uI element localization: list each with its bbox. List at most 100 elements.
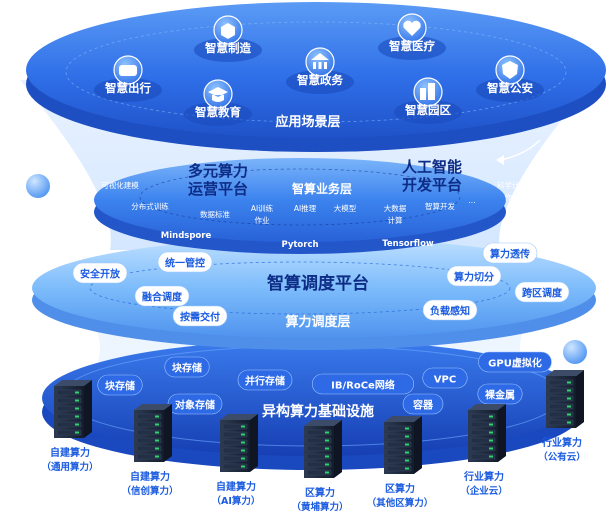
decor-ball bbox=[26, 174, 50, 198]
scheduling-pill-label: 负载感知 bbox=[430, 305, 470, 318]
scheduling-pill: 算力切分 bbox=[446, 265, 502, 287]
server-side bbox=[414, 416, 422, 474]
app-bubble-label: 智慧制造 bbox=[205, 41, 251, 55]
server-led bbox=[75, 415, 79, 418]
server-led bbox=[325, 439, 329, 442]
server-label-line1: 自建算力 bbox=[50, 446, 90, 459]
server-label-line1: 自建算力 bbox=[130, 470, 170, 483]
scheduling-platform-title: 智算调度平台 bbox=[267, 273, 369, 294]
server-led bbox=[405, 459, 409, 462]
infra-pill-label: IB/RoCe网络 bbox=[331, 379, 395, 392]
infra-pill: 块存储 bbox=[164, 356, 210, 378]
business-left-title-1: 多元算力 bbox=[188, 162, 248, 180]
scheduling-pill-label: 安全开放 bbox=[80, 268, 121, 281]
infra-pill-label: 块存储 bbox=[172, 362, 202, 375]
decor-ball bbox=[563, 340, 587, 364]
scheduling-pill-label: 统一管控 bbox=[165, 257, 205, 270]
server-led bbox=[241, 465, 245, 468]
business-item: 大模型 bbox=[334, 203, 357, 213]
scheduling-layer: 智算调度平台 算力调度层 统一管控安全开放融合调度按需交付 算力透传算力切分跨区调… bbox=[32, 238, 596, 350]
server-led bbox=[155, 415, 159, 418]
app-bubble-label: 智慧医疗 bbox=[389, 39, 435, 53]
architecture-diagram: 异构算力基础设施 块存储块存储 并行存储对象存储IB/RoCe网络VPCGPU虚拟… bbox=[20, 2, 606, 513]
server-led bbox=[241, 425, 245, 428]
server-led bbox=[405, 451, 409, 454]
app-layer: 应用场景层 智慧制造 智慧医疗智慧出行 智慧政务智慧公安智慧教育 智慧园区 bbox=[26, 2, 606, 152]
server-label-line1: 区算力 bbox=[305, 486, 335, 499]
business-item: AI训练 bbox=[251, 203, 274, 213]
business-item: 大数据 bbox=[384, 203, 407, 213]
infra-pill-label: 裸金属 bbox=[485, 389, 515, 402]
server-led bbox=[489, 455, 493, 458]
infra-layer-label: 异构算力基础设施 bbox=[262, 403, 374, 420]
server-side bbox=[576, 370, 584, 428]
server-led bbox=[489, 431, 493, 434]
infra-pill-label: GPU虚拟化 bbox=[488, 357, 542, 370]
server-led bbox=[325, 463, 329, 466]
business-item: 分布式训练 bbox=[131, 201, 169, 211]
server-led bbox=[325, 447, 329, 450]
scheduling-pill-label: 按需交付 bbox=[180, 311, 220, 324]
server-led bbox=[241, 449, 245, 452]
server-label-line2: （通用算力） bbox=[41, 461, 98, 473]
server-led bbox=[567, 413, 571, 416]
server-led bbox=[405, 427, 409, 430]
server-led bbox=[567, 389, 571, 392]
scheduling-pill: 融合调度 bbox=[134, 285, 190, 307]
scheduling-pill: 跨区调度 bbox=[514, 281, 570, 303]
car-icon bbox=[119, 65, 137, 76]
server-label-line2: （黄埔算力） bbox=[291, 501, 348, 513]
server-label-line2: （AI算力） bbox=[212, 495, 261, 507]
app-bubble-label: 智慧公安 bbox=[487, 81, 533, 95]
app-layer-label: 应用场景层 bbox=[275, 114, 340, 130]
framework-label: Pytorch bbox=[281, 240, 318, 250]
business-item: 科学计算 bbox=[497, 180, 527, 190]
server-led bbox=[155, 447, 159, 450]
infra-pill: 对象存储 bbox=[167, 393, 223, 415]
scheduling-pill: 统一管控 bbox=[157, 251, 213, 273]
business-item: ... bbox=[468, 196, 475, 205]
framework-label: Tensorflow bbox=[382, 239, 434, 249]
infra-pill: 并行存储 bbox=[237, 369, 293, 391]
server-led bbox=[75, 407, 79, 410]
server-led bbox=[155, 439, 159, 442]
server-led bbox=[567, 381, 571, 384]
framework-label: Mindspore bbox=[161, 231, 212, 241]
server-led bbox=[325, 455, 329, 458]
server-led bbox=[405, 435, 409, 438]
scheduling-layer-label: 算力调度层 bbox=[285, 314, 350, 330]
app-bubble-label: 智慧出行 bbox=[105, 81, 151, 95]
server-led bbox=[405, 443, 409, 446]
infra-pill-label: 并行存储 bbox=[245, 375, 285, 388]
server-led bbox=[405, 467, 409, 470]
infra-pill: 裸金属 bbox=[477, 383, 523, 405]
server-label-line2: （企业云） bbox=[460, 485, 508, 497]
infra-pill-label: 对象存储 bbox=[175, 399, 215, 412]
server-label-line1: 行业算力 bbox=[541, 436, 582, 449]
server-led bbox=[155, 455, 159, 458]
scheduling-pill: 负载感知 bbox=[422, 299, 478, 321]
server-led bbox=[567, 397, 571, 400]
infra-pill: GPU虚拟化 bbox=[478, 351, 552, 373]
server-led bbox=[325, 471, 329, 474]
server-led bbox=[489, 423, 493, 426]
infra-pill: IB/RoCe网络 bbox=[311, 373, 415, 395]
scheduling-pill-label: 算力透传 bbox=[489, 248, 530, 261]
infra-pill: VPC bbox=[422, 367, 468, 389]
app-bubble-label: 智慧政务 bbox=[297, 73, 343, 87]
infra-pill-label: 容器 bbox=[412, 399, 434, 412]
server-label-line1: 区算力 bbox=[385, 482, 415, 495]
business-item: AI推理 bbox=[294, 203, 317, 213]
server-led bbox=[155, 431, 159, 434]
business-left-title-2: 运营平台 bbox=[188, 180, 248, 198]
infra-pill-label: 块存储 bbox=[105, 380, 135, 393]
app-bubble-label: 智慧园区 bbox=[405, 103, 451, 117]
business-item: 可视化建模 bbox=[101, 180, 139, 190]
business-item: 计算 bbox=[388, 215, 403, 225]
scheduling-pill: 算力透传 bbox=[482, 242, 538, 264]
business-layer-label: 智算业务层 bbox=[291, 181, 352, 196]
infra-pill: 块存储 bbox=[97, 374, 143, 396]
business-item: 智算开发 bbox=[425, 201, 455, 211]
business-right-title-1: 人工智能 bbox=[402, 158, 462, 176]
scheduling-pill: 安全开放 bbox=[72, 262, 128, 284]
